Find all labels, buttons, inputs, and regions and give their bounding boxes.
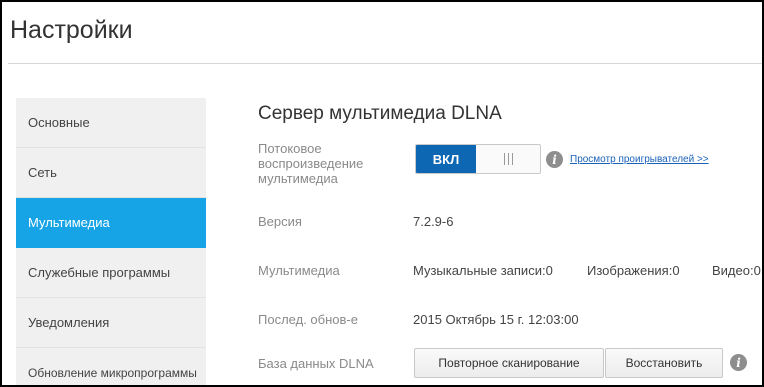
info-icon[interactable]: i (546, 151, 563, 168)
media-label: Мультимедиа (258, 263, 340, 278)
streaming-label: Потоковое воспроизведение мультимедиа (258, 141, 364, 186)
sidebar-item-general[interactable]: Основные (16, 98, 206, 148)
sidebar-item-label: Уведомления (28, 315, 110, 330)
page-title: Настройки (10, 16, 133, 44)
rescan-button[interactable]: Повторное сканирование (414, 348, 604, 378)
last-update-label: Послед. обнов-е (258, 312, 358, 327)
sidebar-item-label: Мультимедиа (28, 215, 110, 230)
view-players-link[interactable]: Просмотр проигрывателей >> (570, 154, 709, 165)
version-label: Версия (258, 214, 302, 229)
restore-button[interactable]: Восстановить (605, 348, 723, 378)
sidebar-item-label: Сеть (28, 165, 57, 180)
sidebar-item-network[interactable]: Сеть (16, 148, 206, 198)
title-divider (8, 63, 762, 64)
toggle-grip-icon (476, 145, 540, 173)
streaming-toggle[interactable]: ВКЛ (415, 144, 541, 174)
last-update-value: 2015 Октябрь 15 г. 12:03:00 (413, 312, 579, 327)
music-count: Музыкальные записи:0 (413, 263, 553, 278)
sidebar-item-utilities[interactable]: Служебные программы (16, 248, 206, 298)
info-icon[interactable]: i (730, 354, 747, 371)
sidebar-item-label: Основные (28, 115, 90, 130)
sidebar-item-label: Обновление микропрограммы (28, 365, 197, 380)
version-value: 7.2.9-6 (413, 214, 454, 229)
sidebar-item-multimedia[interactable]: Мультимедиа (16, 198, 206, 248)
sidebar: Основные Сеть Мультимедиа Служебные прог… (16, 98, 206, 385)
sidebar-item-firmware-update[interactable]: Обновление микропрограммы (16, 348, 206, 385)
dlna-db-label: База данных DLNA (258, 356, 374, 371)
images-count: Изображения:0 (587, 263, 680, 278)
settings-window: Настройки Основные Сеть Мультимедиа Служ… (0, 0, 764, 387)
toggle-on-label: ВКЛ (416, 145, 476, 173)
video-count: Видео:0 (712, 263, 761, 278)
section-title: Сервер мультимедиа DLNA (258, 103, 502, 124)
sidebar-item-label: Служебные программы (28, 265, 171, 280)
sidebar-item-notifications[interactable]: Уведомления (16, 298, 206, 348)
